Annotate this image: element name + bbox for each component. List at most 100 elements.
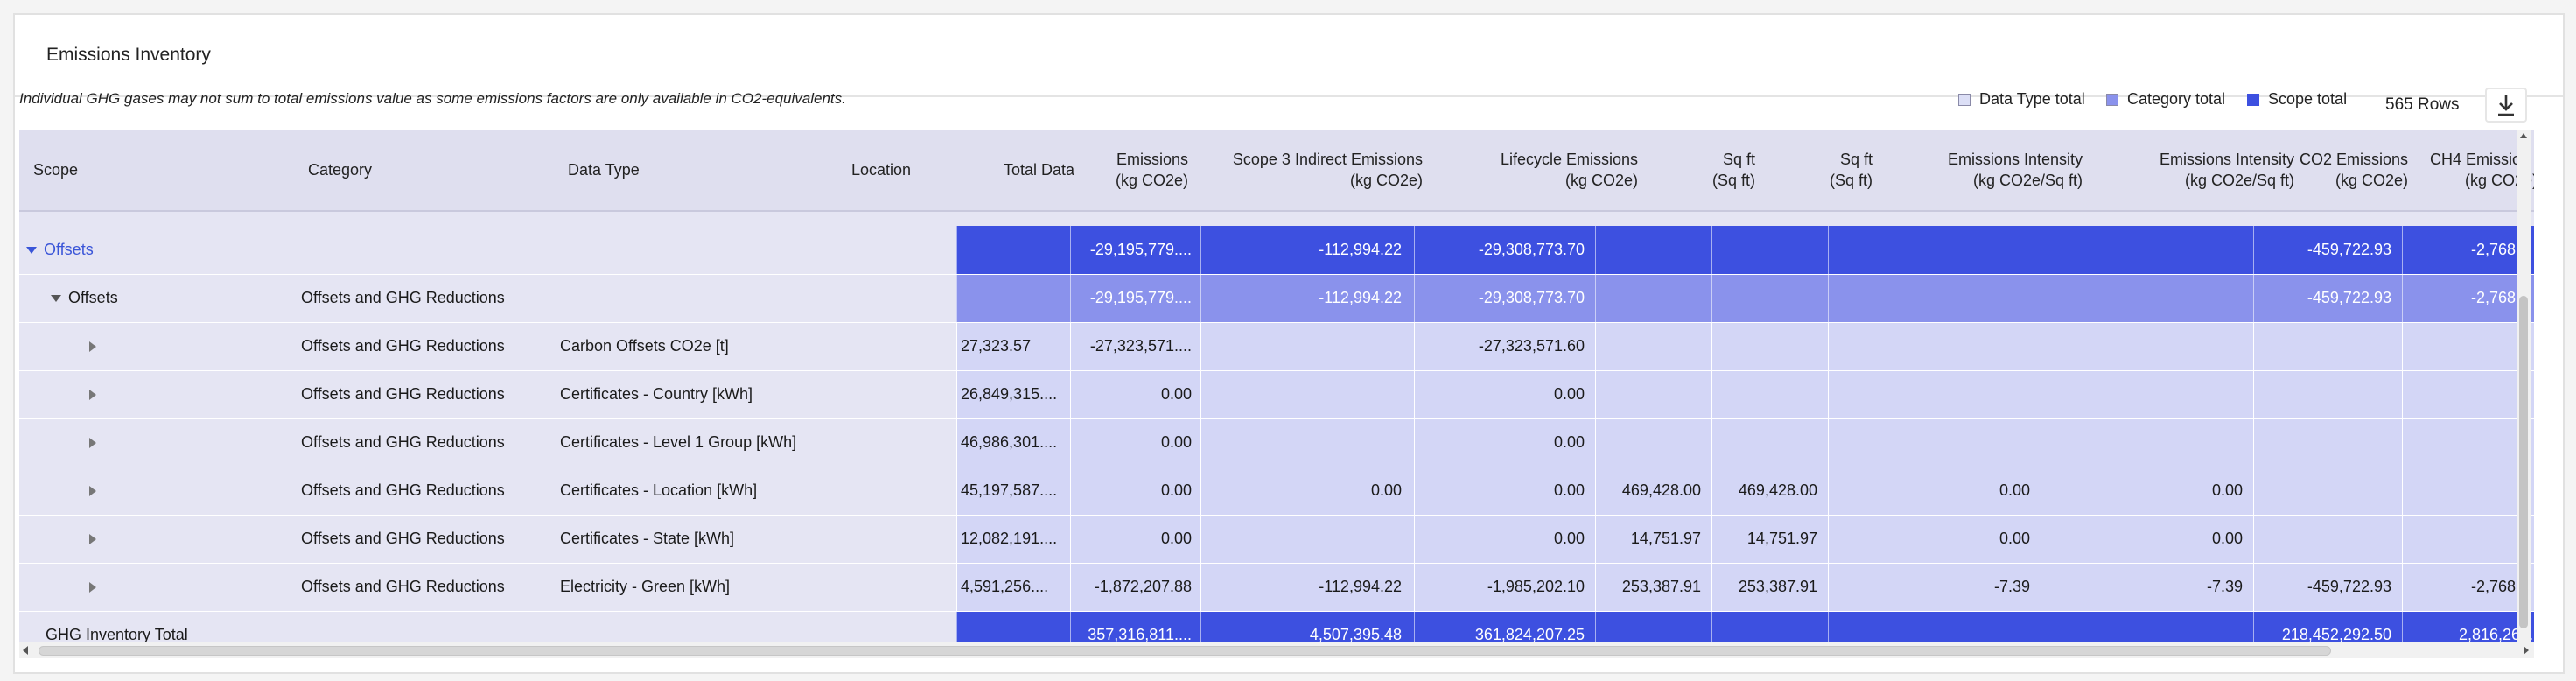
table-row[interactable]: Offsets and GHG Reductions Certificates -…	[19, 467, 2534, 515]
col-header-scope3[interactable]: Scope 3 Indirect Emissions (kg CO2e)	[1157, 130, 1423, 210]
intensity-a-cell: -7.39	[1828, 563, 2040, 611]
legend-swatch	[2106, 93, 2118, 106]
category-row-offsets[interactable]: Offsets Offsets and GHG Reductions -29,1…	[19, 274, 2534, 322]
lifecycle-cell: -1,985,202.10	[1414, 563, 1595, 611]
col-header-lifecycle[interactable]: Lifecycle Emissions (kg CO2e)	[1419, 130, 1638, 210]
ch4-cell: 2,816,266.7	[2402, 611, 2534, 644]
intensity-b-cell	[2040, 370, 2253, 418]
lifecycle-cell: 0.00	[1414, 370, 1595, 418]
horizontal-scroll-thumb[interactable]	[38, 646, 2331, 656]
emissions-cell: 357,316,811....	[1070, 611, 1200, 644]
col-header-data-type[interactable]: Data Type	[568, 130, 640, 210]
row-divider	[19, 370, 2534, 371]
expand-row-cell[interactable]	[89, 322, 96, 370]
download-icon	[2498, 95, 2514, 116]
col-header-location[interactable]: Location	[851, 130, 911, 210]
table-row[interactable]: Offsets and GHG Reductions Certificates -…	[19, 370, 2534, 418]
lifecycle-cell: 0.00	[1414, 515, 1595, 563]
scope3-cell: 4,507,395.48	[1200, 611, 1414, 644]
co2-cell: 218,452,292.50	[2253, 611, 2402, 644]
expand-row-cell[interactable]	[89, 467, 96, 515]
scope3-cell: -112,994.22	[1200, 563, 1414, 611]
row-divider	[19, 418, 2534, 419]
scope3-cell	[1200, 322, 1414, 370]
category-cell: Offsets and GHG Reductions	[301, 337, 505, 355]
intensity-a-cell	[1828, 418, 2040, 467]
table-row[interactable]: Offsets and GHG Reductions Certificates -…	[19, 515, 2534, 563]
co2-cell: -459,722.93	[2253, 274, 2402, 322]
col-header-total-data[interactable]: Total Data	[956, 130, 1074, 210]
category-cell: Offsets and GHG Reductions	[301, 578, 505, 595]
category-cell: Offsets and GHG Reductions	[301, 530, 505, 547]
category-cell: Offsets and GHG Reductions	[301, 289, 505, 306]
data-type-cell: Certificates - Location [kWh]	[560, 481, 758, 499]
data-type-cell: Certificates - Country [kWh]	[560, 385, 753, 403]
total-data-cell: 26,849,315....	[956, 370, 1070, 418]
horizontal-scrollbar[interactable]	[19, 642, 2534, 658]
total-data-cell: 46,986,301....	[956, 418, 1070, 467]
emissions-cell: -1,872,207.88	[1070, 563, 1200, 611]
scope-cell[interactable]: Offsets	[51, 274, 118, 322]
co2-cell	[2253, 515, 2402, 563]
expand-row-cell[interactable]	[89, 370, 96, 418]
ghg-inventory-total-row: GHG Inventory Total 357,316,811.... 4,50…	[19, 611, 2534, 644]
legend-swatch	[1958, 93, 1970, 106]
row-count: 565 Rows	[2385, 95, 2460, 114]
col-header-intensity-b[interactable]: Emissions Intensity (kg CO2e/Sq ft)	[2076, 130, 2294, 210]
expand-caret-right-icon[interactable]	[89, 389, 96, 400]
download-button[interactable]	[2485, 88, 2527, 123]
expand-caret-icon[interactable]	[26, 246, 37, 254]
expand-caret-right-icon[interactable]	[89, 340, 96, 352]
vertical-scrollbar[interactable]	[2516, 130, 2530, 644]
expand-row-cell[interactable]	[89, 563, 96, 611]
ch4-cell	[2402, 418, 2534, 467]
lifecycle-cell: 0.00	[1414, 418, 1595, 467]
expand-row-cell[interactable]	[89, 515, 96, 563]
row-divider	[19, 274, 2534, 275]
total-data-cell: 12,082,191....	[956, 515, 1070, 563]
col-header-scope[interactable]: Scope	[33, 130, 78, 210]
scroll-left-arrow-icon[interactable]	[23, 646, 28, 655]
total-data-cell: 45,197,587....	[956, 467, 1070, 515]
intensity-a-cell	[1828, 370, 2040, 418]
scope-row-offsets[interactable]: Offsets -29,195,779.... -112,994.22 -29,…	[19, 226, 2534, 274]
emissions-cell: -27,323,571....	[1070, 322, 1200, 370]
expand-row-cell[interactable]	[89, 418, 96, 467]
emissions-table: Scope Category Data Type Location Total …	[19, 130, 2534, 644]
legend-swatch	[2247, 93, 2259, 106]
col-header-sqft-a[interactable]: Sq ft (Sq ft)	[1664, 130, 1755, 210]
col-header-category[interactable]: Category	[308, 130, 372, 210]
scroll-right-arrow-icon[interactable]	[2524, 646, 2529, 655]
table-row[interactable]: Offsets and GHG Reductions Electricity - …	[19, 563, 2534, 611]
table-row[interactable]: Offsets and GHG Reductions Carbon Offsets…	[19, 322, 2534, 370]
table-row[interactable]: Offsets and GHG Reductions Certificates -…	[19, 418, 2534, 467]
sqft-a-cell: 14,751.97	[1595, 515, 1712, 563]
row-divider	[19, 563, 2534, 564]
sqft-b-cell	[1712, 274, 1828, 322]
sqft-b-cell: 469,428.00	[1712, 467, 1828, 515]
expand-caret-right-icon[interactable]	[89, 437, 96, 448]
scope-cell[interactable]: Offsets	[26, 226, 94, 274]
expand-caret-right-icon[interactable]	[89, 533, 96, 544]
co2-cell	[2253, 418, 2402, 467]
emissions-cell: -29,195,779....	[1070, 226, 1200, 274]
scope3-cell: -112,994.22	[1200, 226, 1414, 274]
sqft-a-cell	[1595, 274, 1712, 322]
ch4-cell: -2,768.6	[2402, 274, 2534, 322]
col-header-intensity-a[interactable]: Emissions Intensity (kg CO2e/Sq ft)	[1857, 130, 2082, 210]
expand-caret-right-icon[interactable]	[89, 581, 96, 593]
scroll-up-arrow-icon[interactable]	[2520, 133, 2527, 138]
legend-scope-total: Scope total	[2247, 90, 2347, 109]
vertical-scroll-thumb[interactable]	[2519, 296, 2528, 628]
expand-caret-icon[interactable]	[51, 294, 61, 302]
ch4-cell	[2402, 515, 2534, 563]
col-header-co2[interactable]: CO2 Emissions (kg CO2e)	[2277, 130, 2408, 210]
data-type-cell: Certificates - Level 1 Group [kWh]	[560, 433, 797, 451]
row-divider	[19, 515, 2534, 516]
sqft-b-cell	[1712, 611, 1828, 644]
expand-caret-right-icon[interactable]	[89, 485, 96, 496]
intensity-b-cell: 0.00	[2040, 467, 2253, 515]
category-cell: Offsets and GHG Reductions	[301, 385, 505, 403]
emissions-cell: 0.00	[1070, 418, 1200, 467]
intensity-b-cell: 0.00	[2040, 515, 2253, 563]
